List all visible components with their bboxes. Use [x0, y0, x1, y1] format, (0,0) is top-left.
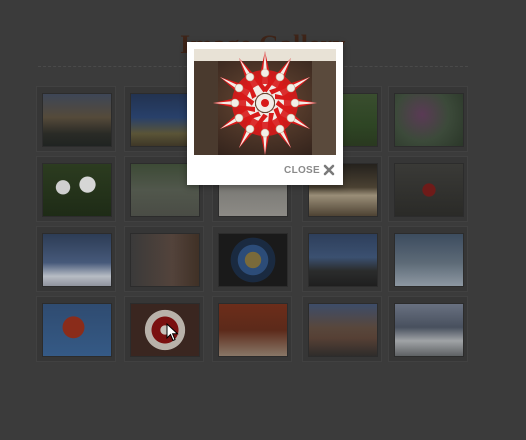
- street-lamp-photo: [42, 233, 112, 287]
- red-buildings-photo: [218, 303, 288, 357]
- close-label: CLOSE: [284, 164, 320, 176]
- red-white-decoration-photo: [130, 303, 200, 357]
- thumbnail-6[interactable]: [36, 156, 116, 222]
- thumbnail-18[interactable]: [212, 296, 292, 362]
- thumbnail-11[interactable]: [36, 226, 116, 292]
- thumbnail-12[interactable]: [124, 226, 204, 292]
- thumbnail-19[interactable]: [302, 296, 382, 362]
- red-blossoms-photo: [42, 303, 112, 357]
- thumbnail-13[interactable]: [212, 226, 292, 292]
- close-button[interactable]: CLOSE: [284, 163, 335, 177]
- thumbnail-10[interactable]: [388, 156, 468, 222]
- thumbnail-20[interactable]: [388, 296, 468, 362]
- lightbox-dialog: CLOSE: [187, 42, 343, 185]
- sea-horizon-photo: [308, 233, 378, 287]
- stained-glass-photo: [218, 233, 288, 287]
- purple-flowers-photo: [394, 93, 464, 147]
- snowy-mountains-photo: [394, 303, 464, 357]
- daisies-photo: [42, 163, 112, 217]
- thumbnail-17[interactable]: [124, 296, 204, 362]
- thumbnail-14[interactable]: [302, 226, 382, 292]
- interior-photo: [394, 233, 464, 287]
- thumbnail-16[interactable]: [36, 296, 116, 362]
- fire-hydrant-photo: [394, 163, 464, 217]
- harbour-town-photo: [308, 303, 378, 357]
- close-x-icon: [323, 164, 335, 176]
- thumbnail-1[interactable]: [36, 86, 116, 152]
- red-white-star-decoration-photo: [194, 49, 336, 155]
- lightbox-image: [194, 49, 336, 155]
- thumbnail-5[interactable]: [388, 86, 468, 152]
- mouse-pointer-icon: [166, 323, 179, 342]
- sunset-photo: [42, 93, 112, 147]
- thumbnail-15[interactable]: [388, 226, 468, 292]
- lantern-photo: [130, 233, 200, 287]
